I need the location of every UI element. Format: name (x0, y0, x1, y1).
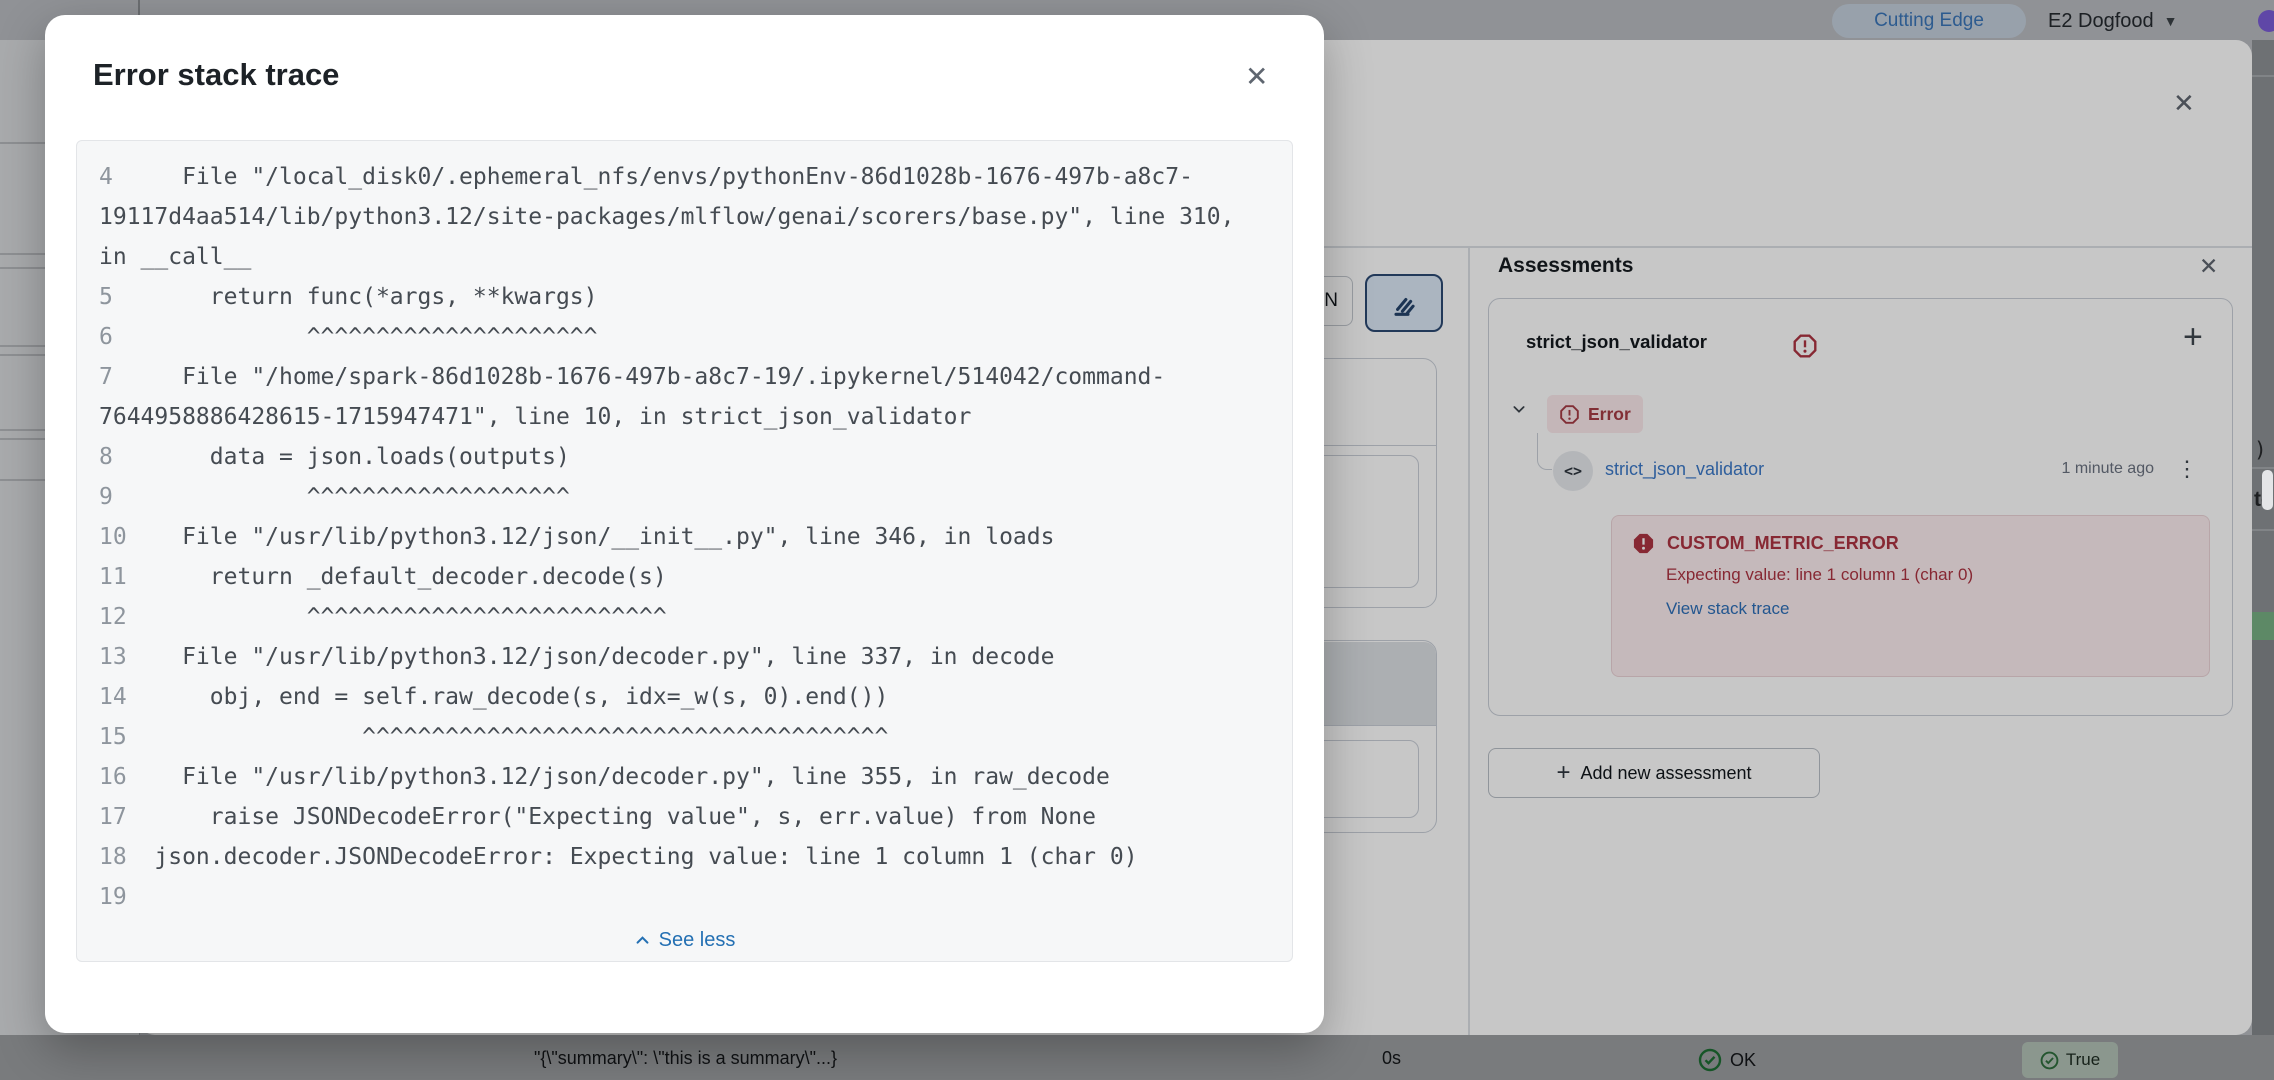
stack-line: 9 ^^^^^^^^^^^^^^^^^^^ (99, 477, 1270, 517)
stack-line: 18 json.decoder.JSONDecodeError: Expecti… (99, 837, 1270, 877)
stack-line: 7 File "/home/spark-86d1028b-1676-497b-a… (99, 357, 1270, 437)
stack-line: 8 data = json.loads(outputs) (99, 437, 1270, 477)
stack-trace-codeblock[interactable]: 4 File "/local_disk0/.ephemeral_nfs/envs… (76, 140, 1293, 962)
scrollbar-thumb[interactable] (2262, 470, 2273, 510)
screenshot-stage: Cutting Edge E2 Dogfood ▼ ) to "{\"summa… (0, 0, 2274, 1080)
stack-line: 11 return _default_decoder.decode(s) (99, 557, 1270, 597)
see-less-link[interactable]: See less (99, 929, 1270, 952)
stack-line: 15 ^^^^^^^^^^^^^^^^^^^^^^^^^^^^^^^^^^^^^… (99, 717, 1270, 757)
stack-line: 5 return func(*args, **kwargs) (99, 277, 1270, 317)
chevron-up-icon (634, 932, 651, 949)
modal-close-button[interactable]: ✕ (1245, 63, 1268, 91)
stack-trace-lines: 4 File "/local_disk0/.ephemeral_nfs/envs… (99, 157, 1270, 917)
stack-line: 12 ^^^^^^^^^^^^^^^^^^^^^^^^^^ (99, 597, 1270, 637)
stack-line: 13 File "/usr/lib/python3.12/json/decode… (99, 637, 1270, 677)
stack-line: 10 File "/usr/lib/python3.12/json/__init… (99, 517, 1270, 557)
stack-line: 19 (99, 877, 1270, 917)
stack-line: 16 File "/usr/lib/python3.12/json/decode… (99, 757, 1270, 797)
error-stack-trace-modal: Error stack trace ✕ 4 File "/local_disk0… (45, 15, 1324, 1033)
stack-line: 4 File "/local_disk0/.ephemeral_nfs/envs… (99, 157, 1270, 277)
modal-title: Error stack trace (93, 57, 339, 93)
stack-line: 14 obj, end = self.raw_decode(s, idx=_w(… (99, 677, 1270, 717)
stack-line: 6 ^^^^^^^^^^^^^^^^^^^^^ (99, 317, 1270, 357)
stack-line: 17 raise JSONDecodeError("Expecting valu… (99, 797, 1270, 837)
